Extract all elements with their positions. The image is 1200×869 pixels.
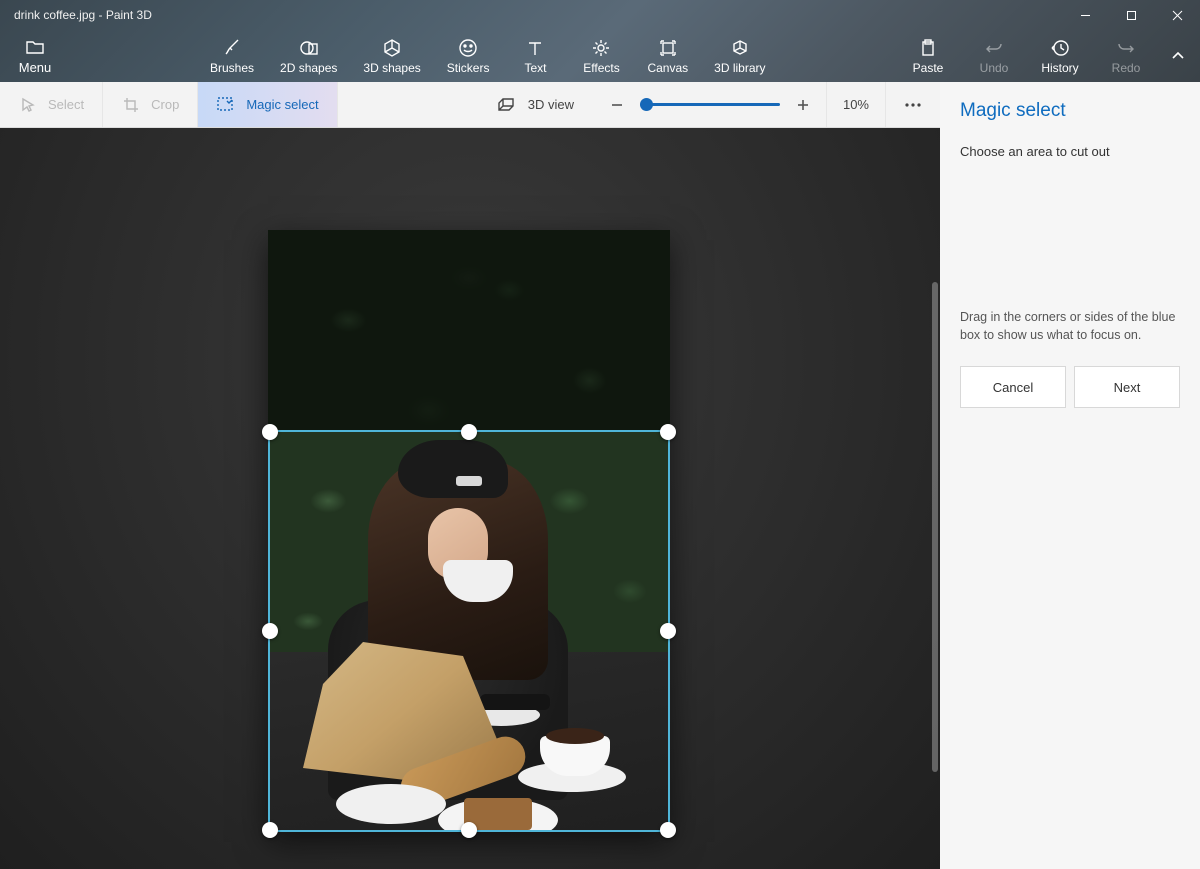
crop-icon (121, 95, 141, 115)
effects-icon (591, 38, 611, 58)
shapes2d-tool[interactable]: 2D shapes (280, 38, 337, 75)
selection-box[interactable] (268, 430, 670, 832)
zoom-out-button[interactable] (608, 96, 626, 114)
lib3d-icon (730, 38, 750, 58)
ribbon: Menu Brushes 2D shapes 3D shapes Sticker… (0, 30, 1200, 82)
vertical-scrollbar[interactable] (932, 282, 938, 772)
magic-select-tool[interactable]: Magic select (198, 82, 337, 127)
selection-handle-top-right[interactable] (660, 424, 676, 440)
redo-icon (1116, 38, 1136, 58)
text-tool[interactable]: Text (515, 38, 555, 75)
shapes2d-icon (299, 38, 319, 58)
lib3d-tool[interactable]: 3D library (714, 38, 765, 75)
zoom-slider[interactable] (640, 103, 780, 106)
selection-handle-top-left[interactable] (262, 424, 278, 440)
undo-tool[interactable]: Undo (974, 38, 1014, 75)
brush-icon (222, 38, 242, 58)
panel-title: Magic select (960, 100, 1180, 122)
folder-icon (25, 37, 45, 57)
more-options-button[interactable] (886, 82, 940, 127)
shapes3d-tool[interactable]: 3D shapes (363, 38, 420, 75)
crop-tool[interactable]: Crop (103, 82, 198, 127)
select-tool[interactable]: Select (0, 82, 103, 127)
redo-tool[interactable]: Redo (1106, 38, 1146, 75)
window-controls (1062, 0, 1200, 30)
side-panel: Magic select Choose an area to cut out D… (940, 82, 1200, 869)
view-3d-toggle[interactable]: 3D view (476, 82, 594, 127)
undo-icon (984, 38, 1004, 58)
sub-toolbar: Select Crop Magic select 3D view 10% (0, 82, 940, 128)
workspace: Select Crop Magic select 3D view 10% (0, 82, 940, 869)
stickers-icon (458, 38, 478, 58)
magic-select-icon (216, 95, 236, 115)
ribbon-collapse-button[interactable] (1156, 48, 1200, 64)
titlebar: drink coffee.jpg - Paint 3D Menu Brushes (0, 0, 1200, 82)
paste-icon (918, 38, 938, 58)
panel-subtitle: Choose an area to cut out (960, 144, 1180, 159)
canvas-tool[interactable]: Canvas (647, 38, 688, 75)
zoom-percent[interactable]: 10% (826, 82, 886, 127)
panel-description: Drag in the corners or sides of the blue… (960, 309, 1180, 344)
canvas-icon (658, 38, 678, 58)
menu-label: Menu (19, 60, 52, 75)
selection-handle-mid-left[interactable] (262, 623, 278, 639)
selection-handle-top-mid[interactable] (461, 424, 477, 440)
selection-handle-bottom-right[interactable] (660, 822, 676, 838)
next-button[interactable]: Next (1074, 366, 1180, 408)
maximize-button[interactable] (1108, 0, 1154, 30)
history-icon (1050, 38, 1070, 58)
cursor-icon (18, 95, 38, 115)
minimize-button[interactable] (1062, 0, 1108, 30)
cube-outline-icon (496, 95, 516, 115)
canvas[interactable] (268, 230, 670, 832)
menu-button[interactable]: Menu (0, 37, 70, 75)
window-title: drink coffee.jpg - Paint 3D (14, 8, 152, 22)
text-icon (525, 38, 545, 58)
zoom-slider-thumb[interactable] (640, 98, 653, 111)
selection-handle-mid-right[interactable] (660, 623, 676, 639)
history-tool[interactable]: History (1040, 38, 1080, 75)
close-button[interactable] (1154, 0, 1200, 30)
paste-tool[interactable]: Paste (908, 38, 948, 75)
dim-region-top (268, 230, 670, 430)
brushes-tool[interactable]: Brushes (210, 38, 254, 75)
selection-handle-bottom-left[interactable] (262, 822, 278, 838)
selection-handle-bottom-mid[interactable] (461, 822, 477, 838)
zoom-in-button[interactable] (794, 96, 812, 114)
shapes3d-icon (382, 38, 402, 58)
cancel-button[interactable]: Cancel (960, 366, 1066, 408)
effects-tool[interactable]: Effects (581, 38, 621, 75)
stickers-tool[interactable]: Stickers (447, 38, 490, 75)
